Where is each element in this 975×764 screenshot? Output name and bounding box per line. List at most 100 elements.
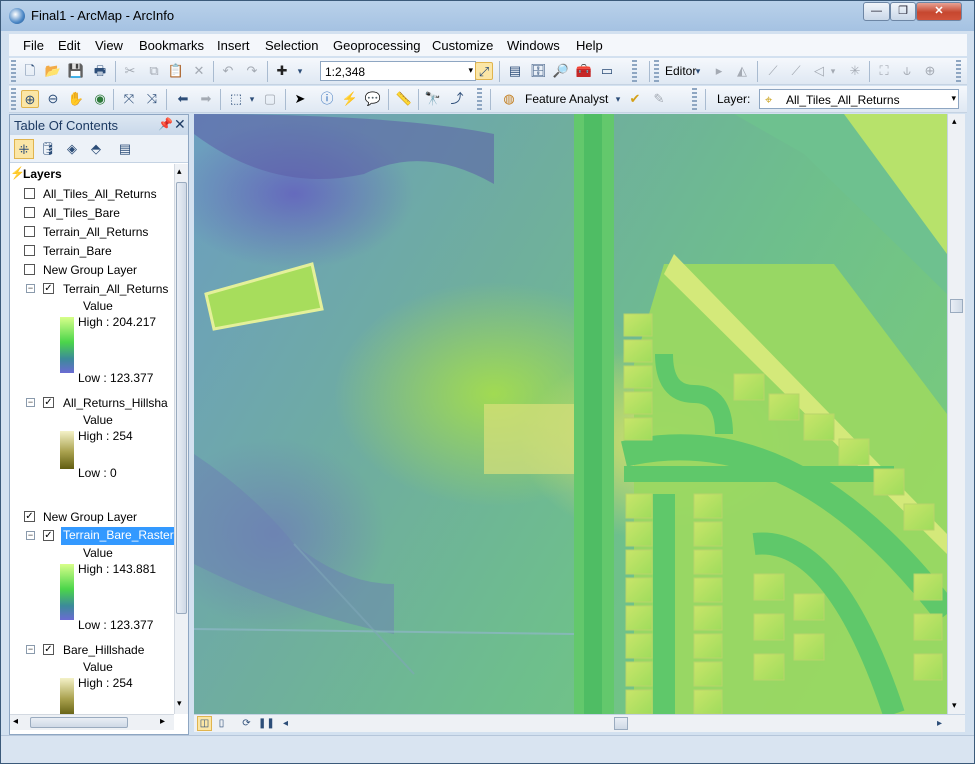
undo-icon[interactable]: ↶ <box>219 62 237 80</box>
feature-analyst-dropdown-icon[interactable]: ▾ <box>609 90 627 108</box>
collapse-icon[interactable]: − <box>26 284 35 293</box>
go-back-arrow-icon[interactable]: ⬅ <box>174 90 192 108</box>
layer-item-all-returns-hillshade[interactable]: − ✓ All_Returns_Hillsha <box>10 394 174 412</box>
menu-customize[interactable]: Customize <box>432 38 493 53</box>
find-route-icon[interactable]: ⤴ <box>448 90 466 108</box>
copy-icon[interactable]: ⧉ <box>145 62 163 80</box>
list-by-drawing-order-icon[interactable]: ⁜ <box>14 139 34 159</box>
map-display[interactable] <box>194 114 947 714</box>
layer-visibility-checkbox[interactable] <box>24 188 35 199</box>
layer-item-terrain-all-returns[interactable]: − ✓ Terrain_All_Returns <box>10 280 174 298</box>
edit-tool-icon[interactable]: ▸ <box>710 62 728 80</box>
menu-insert[interactable]: Insert <box>217 38 250 53</box>
map-vertical-scrollbar[interactable]: ▴ ▾ <box>947 114 965 714</box>
straight-segment-icon[interactable]: ⟋ <box>764 62 782 80</box>
editor-toolbar-icon[interactable]: ⤢ <box>475 62 493 80</box>
scroll-up-icon[interactable]: ▴ <box>177 166 182 177</box>
menu-selection[interactable]: Selection <box>265 38 318 53</box>
list-by-visibility-icon[interactable]: ◈ <box>62 139 82 159</box>
layer-visibility-checkbox[interactable]: ✓ <box>24 511 35 522</box>
identify-info-icon[interactable]: ⓘ <box>318 90 336 108</box>
layer-item-bare-hillshade[interactable]: − ✓ Bare_Hillshade <box>10 641 174 659</box>
minimize-button[interactable]: — <box>863 2 890 21</box>
feature-analyst-pencil-icon[interactable]: ✎ <box>650 90 668 108</box>
zoom-in-icon[interactable]: ⊕ <box>21 90 39 108</box>
scroll-thumb[interactable] <box>950 299 963 313</box>
paste-icon[interactable]: 📋 <box>167 62 185 80</box>
zoom-out-icon[interactable]: ⊖ <box>44 90 62 108</box>
menu-bookmarks[interactable]: Bookmarks <box>139 38 204 53</box>
layer-visibility-checkbox[interactable]: ✓ <box>43 530 54 541</box>
data-view-icon[interactable]: ◫ <box>197 716 212 731</box>
maximize-button[interactable]: ❐ <box>890 2 916 21</box>
scroll-thumb[interactable] <box>614 717 628 730</box>
scroll-thumb[interactable] <box>30 717 128 728</box>
construction-dropdown-icon[interactable]: ▾ <box>824 62 842 80</box>
go-forward-arrow-icon[interactable]: ➡ <box>197 90 215 108</box>
collapse-icon[interactable]: − <box>26 645 35 654</box>
pan-hand-icon[interactable]: ✋ <box>67 90 85 108</box>
feature-analyst-wand-icon[interactable]: ✔ <box>626 90 644 108</box>
select-elements-arrow-icon[interactable]: ➤ <box>291 90 309 108</box>
clear-selection-icon[interactable]: ▢ <box>261 90 279 108</box>
toolbar-grip[interactable] <box>632 60 637 82</box>
fixed-zoom-out-icon[interactable]: ⤨ <box>143 90 161 108</box>
pause-drawing-icon[interactable]: ❚❚ <box>257 716 275 731</box>
refresh-icon[interactable]: ⟳ <box>239 716 254 731</box>
delete-icon[interactable]: ✕ <box>190 62 208 80</box>
end-point-arc-icon[interactable]: ⟋ <box>787 62 805 80</box>
toc-vertical-scrollbar[interactable]: ▴ ▾ <box>174 164 188 714</box>
toolbar-grip[interactable] <box>11 60 16 82</box>
arctoolbox-icon[interactable]: 🧰 <box>575 62 593 80</box>
open-folder-icon[interactable]: 📂 <box>44 62 62 80</box>
toolbar-grip[interactable] <box>692 88 697 110</box>
layer-visibility-checkbox[interactable] <box>24 264 35 275</box>
reshape-feature-icon[interactable]: ⛶ <box>875 62 893 80</box>
list-by-selection-icon[interactable]: ⬘ <box>86 139 106 159</box>
map-scale-combobox[interactable]: 1:2,348 ▾ <box>320 61 476 81</box>
menu-view[interactable]: View <box>95 38 123 53</box>
select-features-dropdown-icon[interactable]: ▾ <box>243 90 261 108</box>
find-binoculars-icon[interactable]: 🔭 <box>424 90 442 108</box>
close-icon[interactable]: ✕ <box>174 116 186 133</box>
table-of-contents-icon[interactable]: ▤ <box>506 62 524 80</box>
toolbar-grip[interactable] <box>654 60 659 82</box>
pin-icon[interactable]: 📌 <box>158 117 173 131</box>
toolbar-grip[interactable] <box>11 88 16 110</box>
scroll-right-icon[interactable]: ▸ <box>932 716 947 731</box>
layer-item-terrain-bare-raster[interactable]: − ✓ Terrain_Bare_Raster <box>10 527 174 545</box>
close-button[interactable]: ✕ <box>916 2 962 21</box>
save-icon[interactable]: 💾 <box>67 62 85 80</box>
measure-ruler-icon[interactable]: 📏 <box>395 90 413 108</box>
layer-visibility-checkbox[interactable]: ✓ <box>43 283 54 294</box>
redo-icon[interactable]: ↷ <box>243 62 261 80</box>
menu-file[interactable]: File <box>23 38 44 53</box>
collapse-icon[interactable]: − <box>26 398 35 407</box>
scroll-up-icon[interactable]: ▴ <box>952 116 957 127</box>
edit-annotation-icon[interactable]: ◭ <box>733 62 751 80</box>
add-data-icon[interactable]: ✚ <box>273 62 291 80</box>
add-data-dropdown-icon[interactable]: ▾ <box>291 62 309 80</box>
menu-windows[interactable]: Windows <box>507 38 560 53</box>
menu-geoprocessing[interactable]: Geoprocessing <box>333 38 420 53</box>
search-window-icon[interactable]: 🔎 <box>552 62 570 80</box>
scroll-thumb[interactable] <box>176 182 187 614</box>
menu-edit[interactable]: Edit <box>58 38 80 53</box>
collapse-icon[interactable]: − <box>26 531 35 540</box>
editor-dropdown-icon[interactable]: ▾ <box>689 62 707 80</box>
scroll-right-icon[interactable]: ▸ <box>160 716 165 727</box>
toc-horizontal-scrollbar[interactable]: ◂ ▸ <box>10 714 174 730</box>
layer-visibility-checkbox[interactable] <box>24 207 35 218</box>
layer-visibility-checkbox[interactable]: ✓ <box>43 397 54 408</box>
fixed-zoom-in-icon[interactable]: ⤧ <box>120 90 138 108</box>
chevron-down-icon[interactable]: ▾ <box>951 93 956 104</box>
cut-icon[interactable]: ✂ <box>121 62 139 80</box>
scroll-down-icon[interactable]: ▾ <box>952 700 957 711</box>
scroll-down-icon[interactable]: ▾ <box>177 698 182 709</box>
group-layer-item[interactable]: ✓ New Group Layer <box>10 508 174 526</box>
rotate-tool-icon[interactable]: ⊕ <box>921 62 939 80</box>
toolbar-grip[interactable] <box>477 88 482 110</box>
layout-view-icon[interactable]: ▯ <box>214 716 229 731</box>
layer-visibility-checkbox[interactable]: ✓ <box>43 644 54 655</box>
layer-visibility-checkbox[interactable] <box>24 245 35 256</box>
